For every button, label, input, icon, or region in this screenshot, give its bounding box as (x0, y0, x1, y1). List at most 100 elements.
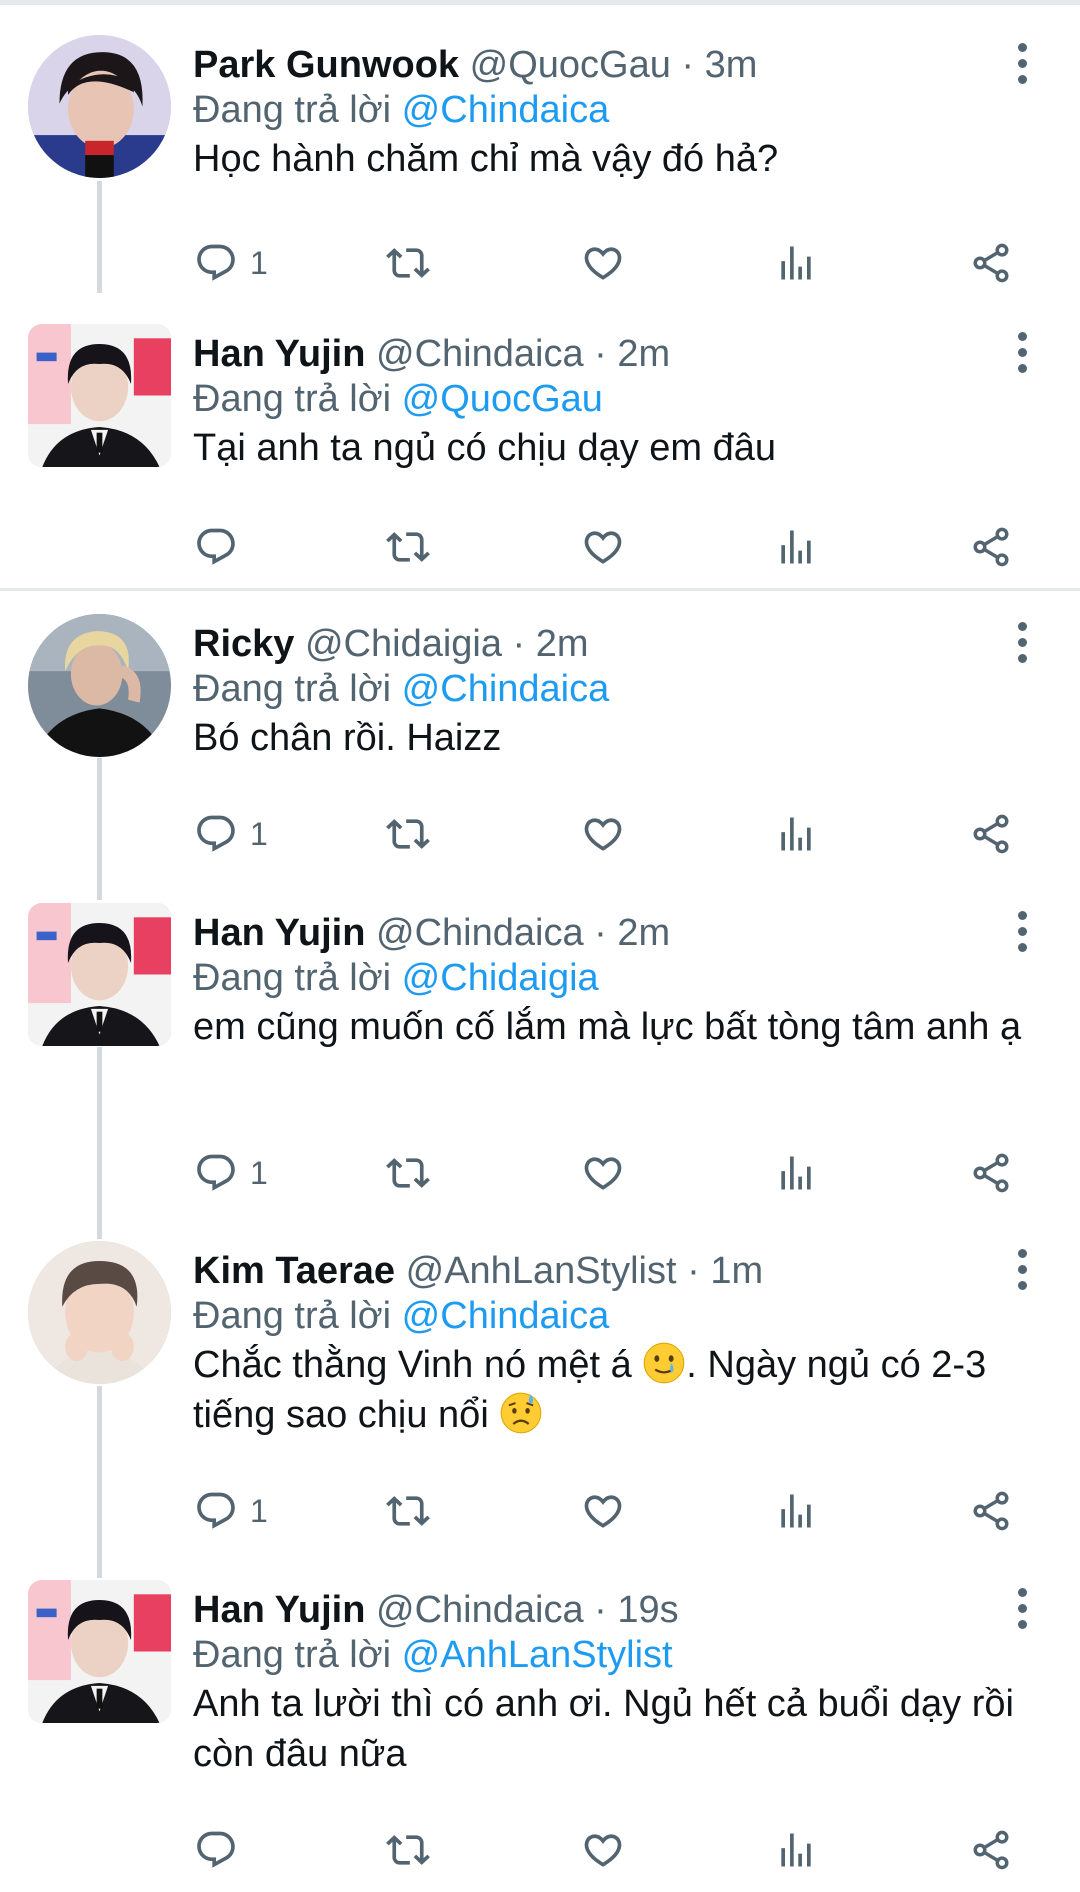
reply-button[interactable] (194, 517, 238, 577)
author-handle[interactable]: @Chindaica (376, 912, 584, 954)
replying-to: Đang trả lời @QuocGau (193, 372, 603, 426)
like-button[interactable] (581, 233, 625, 293)
action-bar (0, 517, 1080, 577)
retweet-button[interactable] (386, 517, 430, 577)
retweet-icon (386, 812, 430, 856)
retweet-button[interactable] (386, 1481, 430, 1541)
share-button[interactable] (969, 1143, 1013, 1203)
like-icon (581, 1489, 625, 1533)
analytics-button[interactable] (774, 233, 818, 293)
replying-to-label: Đang trả lời (193, 1634, 392, 1676)
action-bar (0, 1820, 1080, 1880)
dot-separator: · (594, 1589, 607, 1631)
retweet-button[interactable] (386, 1143, 430, 1203)
avatar[interactable] (28, 324, 171, 467)
author-handle[interactable]: @Chindaica (376, 1589, 584, 1631)
more-icon[interactable] (1006, 332, 1038, 382)
more-icon[interactable] (1006, 911, 1038, 961)
tweet-text: Chắc thằng Vinh nó mệt á . Ngày ngủ có 2… (193, 1340, 1053, 1440)
author-name[interactable]: Ricky (193, 623, 294, 665)
mention-link[interactable]: @AnhLanStylist (402, 1634, 673, 1676)
tweet-text: Tại anh ta ngủ có chịu dạy em đâu (193, 427, 777, 469)
retweet-button[interactable] (386, 804, 430, 864)
share-button[interactable] (969, 517, 1013, 577)
retweet-icon (386, 1828, 430, 1872)
like-icon (581, 525, 625, 569)
more-icon[interactable] (1006, 43, 1038, 93)
analytics-button[interactable] (774, 1820, 818, 1880)
analytics-button[interactable] (774, 804, 818, 864)
dot-separator: · (681, 44, 695, 86)
like-icon (581, 812, 625, 856)
reply-icon (194, 1151, 238, 1195)
share-button[interactable] (969, 804, 1013, 864)
author-name[interactable]: Han Yujin (193, 1589, 365, 1631)
replying-to: Đang trả lời @Chindaica (193, 1289, 609, 1343)
more-icon[interactable] (1006, 1249, 1038, 1299)
avatar[interactable] (28, 35, 171, 178)
share-icon (969, 1828, 1013, 1872)
timestamp[interactable]: 2m (536, 623, 589, 665)
reply-button[interactable]: 1 (194, 1143, 268, 1203)
timestamp[interactable]: 3m (705, 44, 758, 86)
dot-separator: · (512, 623, 526, 665)
replying-to-label: Đang trả lời (193, 378, 392, 420)
like-button[interactable] (581, 1143, 625, 1203)
like-button[interactable] (581, 1481, 625, 1541)
like-button[interactable] (581, 517, 625, 577)
reply-button[interactable]: 1 (194, 233, 268, 293)
replying-to-label: Đang trả lời (193, 89, 392, 131)
share-button[interactable] (969, 1820, 1013, 1880)
avatar[interactable] (28, 1580, 171, 1723)
author-name[interactable]: Kim Taerae (193, 1250, 395, 1292)
author-handle[interactable]: @AnhLanStylist (406, 1250, 677, 1292)
analytics-button[interactable] (774, 1143, 818, 1203)
mention-link[interactable]: @Chindaica (402, 668, 610, 710)
tweet-text: em cũng muốn cố lắm mà lực bất tòng tâm … (193, 1006, 1022, 1048)
more-icon[interactable] (1006, 622, 1038, 672)
like-icon (581, 1828, 625, 1872)
smiling-face-with-tear-emoji (642, 1341, 686, 1385)
author-name[interactable]: Han Yujin (193, 912, 365, 954)
like-button[interactable] (581, 804, 625, 864)
mention-link[interactable]: @Chindaica (402, 89, 610, 131)
like-button[interactable] (581, 1820, 625, 1880)
mention-link[interactable]: @Chidaigia (402, 957, 599, 999)
analytics-icon (774, 1151, 818, 1195)
reply-count: 1 (250, 244, 268, 281)
author-handle[interactable]: @Chidaigia (305, 623, 502, 665)
analytics-icon (774, 525, 818, 569)
mention-link[interactable]: @QuocGau (402, 378, 603, 420)
timestamp[interactable]: 1m (710, 1250, 763, 1292)
share-icon (969, 525, 1013, 569)
avatar[interactable] (28, 614, 171, 757)
author-name[interactable]: Han Yujin (193, 333, 365, 375)
more-icon[interactable] (1006, 1588, 1038, 1638)
timestamp[interactable]: 2m (617, 912, 670, 954)
analytics-button[interactable] (774, 517, 818, 577)
author-name[interactable]: Park Gunwook (193, 44, 459, 86)
action-bar: 1 (0, 233, 1080, 293)
timestamp[interactable]: 19s (617, 1589, 678, 1631)
reply-button[interactable]: 1 (194, 804, 268, 864)
timestamp[interactable]: 2m (617, 333, 670, 375)
reply-icon (194, 1489, 238, 1533)
author-handle[interactable]: @Chindaica (376, 333, 584, 375)
reply-button[interactable]: 1 (194, 1481, 268, 1541)
reply-icon (194, 241, 238, 285)
reply-icon (194, 525, 238, 569)
retweet-button[interactable] (386, 1820, 430, 1880)
share-button[interactable] (969, 233, 1013, 293)
avatar[interactable] (28, 903, 171, 1046)
reply-button[interactable] (194, 1820, 238, 1880)
share-button[interactable] (969, 1481, 1013, 1541)
mention-link[interactable]: @Chindaica (402, 1295, 610, 1337)
reply-icon (194, 812, 238, 856)
retweet-button[interactable] (386, 233, 430, 293)
tweet-text: Anh ta lười thì có anh ơi. Ngủ hết cả bu… (193, 1683, 1014, 1775)
action-bar: 1 (0, 804, 1080, 864)
tweet-text-part: Chắc thằng Vinh nó mệt á (193, 1344, 643, 1386)
avatar[interactable] (28, 1241, 171, 1384)
author-handle[interactable]: @QuocGau (470, 44, 671, 86)
analytics-button[interactable] (774, 1481, 818, 1541)
